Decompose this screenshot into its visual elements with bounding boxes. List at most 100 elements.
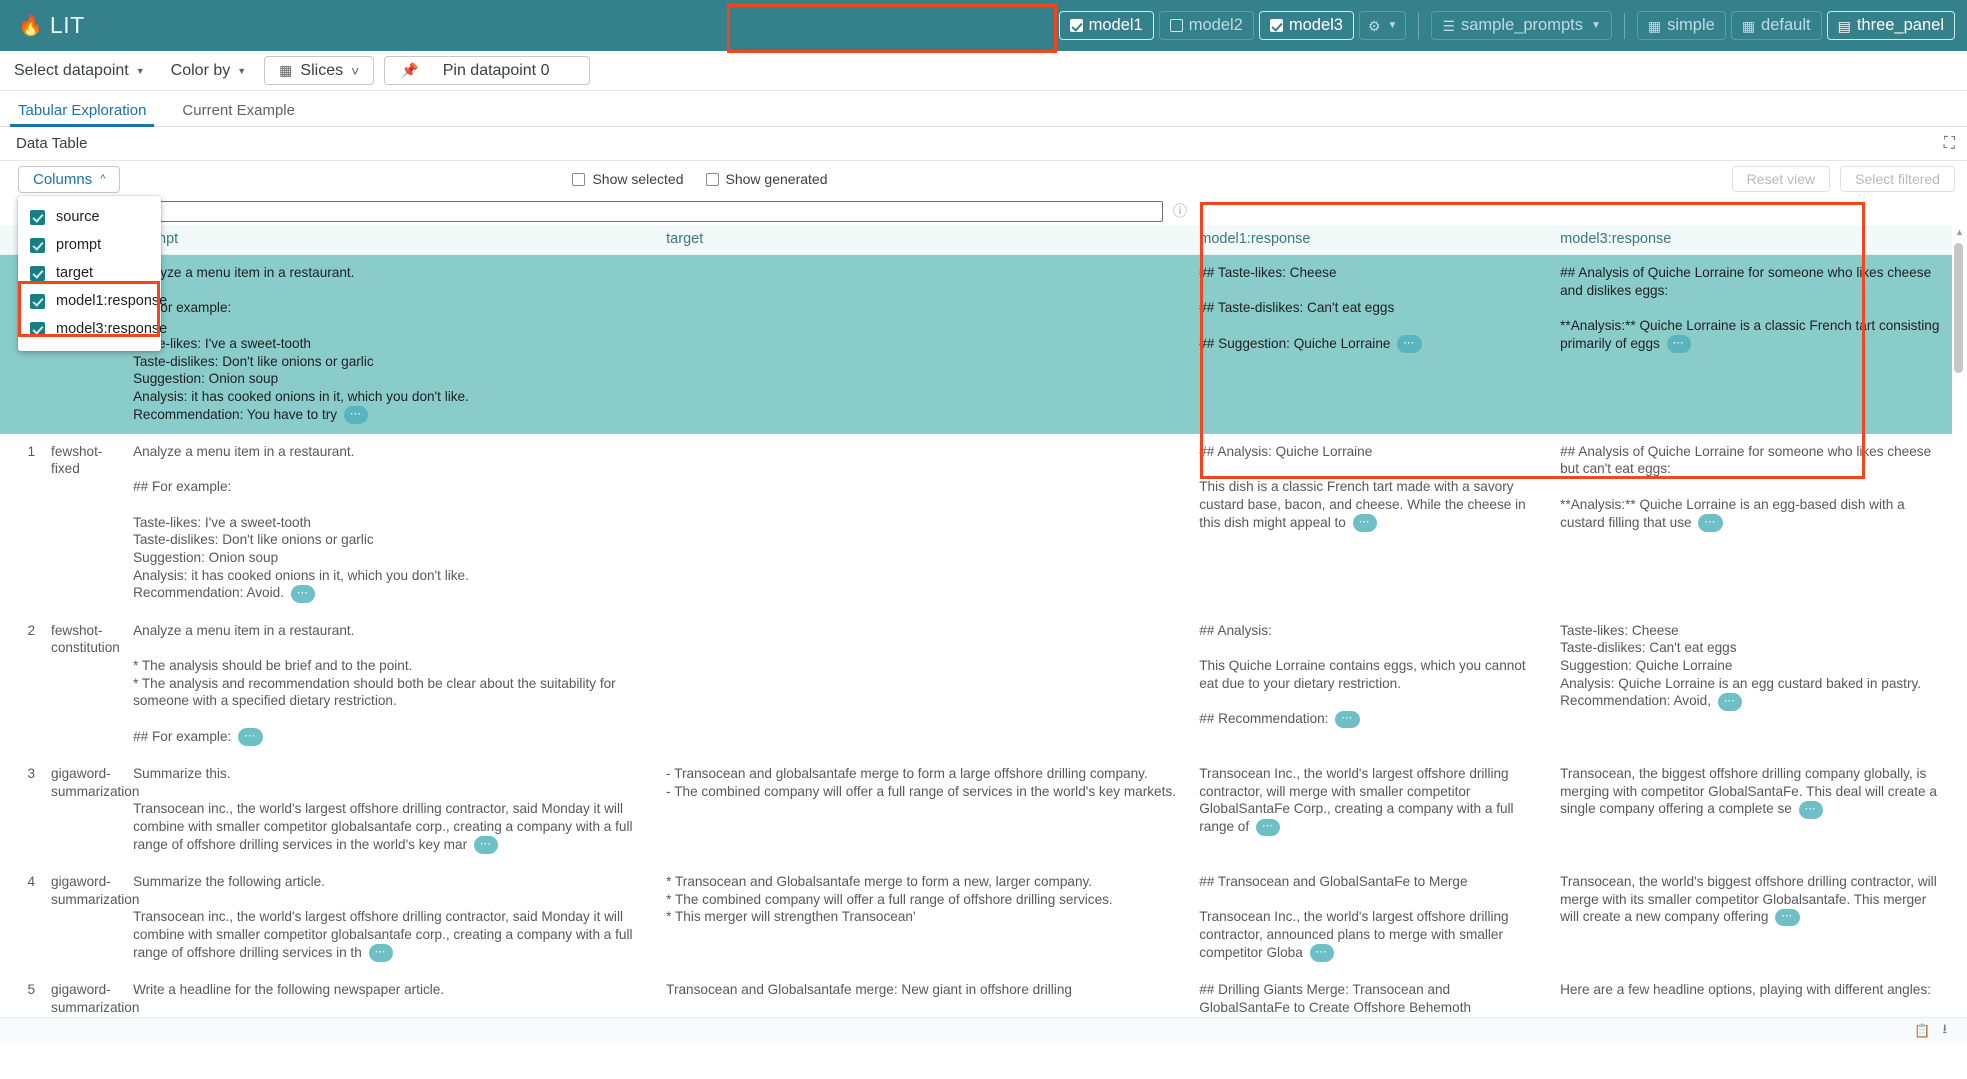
cell-index: 2 <box>0 613 43 756</box>
help-icon[interactable]: ⓘ <box>1173 201 1187 221</box>
truncation-ellipsis-icon[interactable]: ⋯ <box>1397 335 1422 353</box>
cell-model1-response: ## Transocean and GlobalSantaFe to Merge… <box>1191 864 1552 972</box>
truncation-ellipsis-icon[interactable]: ⋯ <box>1353 514 1378 532</box>
reset-view-button[interactable]: Reset view <box>1732 166 1830 192</box>
layout-chip-label: simple <box>1667 16 1715 35</box>
main-tabs: Tabular Exploration Current Example <box>0 91 1967 127</box>
cell-target: - Transocean and globalsantafe merge to … <box>658 756 1191 864</box>
scrollbar-thumb[interactable] <box>1954 243 1963 373</box>
table-row[interactable]: 3 gigaword-summarization Summarize this.… <box>0 756 1952 864</box>
tab-current-example[interactable]: Current Example <box>164 103 313 126</box>
table-row[interactable]: 2 fewshot-constitution Analyze a menu it… <box>0 613 1952 756</box>
chevron-down-icon: ˅ <box>351 63 359 79</box>
checkbox-icon <box>30 322 45 337</box>
cell-model1-response: Transocean Inc., the world's largest off… <box>1191 756 1552 864</box>
table-body: Analyze a menu item in a restaurant. ## … <box>0 255 1952 1044</box>
layout-chip-label: three_panel <box>1857 16 1944 35</box>
search-input[interactable] <box>18 201 1163 222</box>
download-icon[interactable]: ⭳ <box>1942 1020 1947 1042</box>
col-header-prompt[interactable]: prompt <box>125 225 658 255</box>
col-header-model1-response[interactable]: model1:response <box>1191 225 1552 255</box>
truncation-ellipsis-icon[interactable]: ⋯ <box>369 944 394 962</box>
cell-source: gigaword-summarization <box>43 864 125 972</box>
truncation-ellipsis-icon[interactable]: ⋯ <box>238 728 263 746</box>
list-icon: ☰ <box>1442 19 1455 33</box>
pin-icon: 📌 <box>401 62 418 79</box>
layout-chip-default[interactable]: ▦ default <box>1731 11 1822 40</box>
select-datapoint-dropdown[interactable]: Select datapoint ▼ <box>6 56 153 86</box>
table-row[interactable]: 4 gigaword-summarization Summarize the f… <box>0 864 1952 972</box>
columns-option-label: source <box>56 209 100 225</box>
model-chip-model1[interactable]: model1 <box>1059 11 1154 40</box>
layout-chip-three-panel[interactable]: ▤ three_panel <box>1827 11 1955 40</box>
columns-option-model1-response[interactable]: model1:response <box>18 287 161 315</box>
columns-option-prompt[interactable]: prompt <box>18 231 161 259</box>
truncation-ellipsis-icon[interactable]: ⋯ <box>344 406 369 424</box>
cell-index: 1 <box>0 434 43 613</box>
select-filtered-button[interactable]: Select filtered <box>1840 166 1955 192</box>
data-table-scroll-area[interactable]: prompt target model1:response model3:res… <box>0 225 1967 1043</box>
truncation-ellipsis-icon[interactable]: ⋯ <box>291 585 316 603</box>
cell-target <box>658 613 1191 756</box>
truncation-ellipsis-icon[interactable]: ⋯ <box>1667 335 1692 353</box>
brand-name: LIT <box>50 12 85 39</box>
table-filters: Show selected Show generated <box>572 171 827 187</box>
columns-option-model3-response[interactable]: model3:response <box>18 315 161 343</box>
columns-dropdown-menu[interactable]: source prompt target model1:response mod… <box>18 196 161 351</box>
truncation-ellipsis-icon[interactable]: ⋯ <box>1335 711 1360 729</box>
model-options-button[interactable]: ⚙ ▼ <box>1359 11 1406 40</box>
cell-model3-response: ## Analysis of Quiche Lorraine for someo… <box>1552 255 1952 434</box>
truncation-ellipsis-icon[interactable]: ⋯ <box>1256 819 1281 837</box>
cell-index: 4 <box>0 864 43 972</box>
columns-option-label: model1:response <box>56 293 167 309</box>
cell-target <box>658 255 1191 434</box>
columns-button[interactable]: Columns ^ <box>18 166 120 193</box>
table-row[interactable]: 1 fewshot-fixed Analyze a menu item in a… <box>0 434 1952 613</box>
tab-tabular-exploration[interactable]: Tabular Exploration <box>0 103 164 126</box>
brand: 🔥 LIT <box>10 12 85 39</box>
top-toolbar: 🔥 LIT model1 model2 model3 ⚙ <box>0 0 1967 51</box>
expand-icon[interactable]: ⛶ <box>1944 135 1955 153</box>
grid-icon: ▦ <box>1648 19 1661 33</box>
cell-source: gigaword-summarization <box>43 756 125 864</box>
columns-option-target[interactable]: target <box>18 259 161 287</box>
show-generated-label: Show generated <box>726 171 828 187</box>
columns-option-label: prompt <box>56 237 101 253</box>
checkbox-icon <box>572 173 585 186</box>
dataset-selector-group: ☰ sample_prompts ▼ <box>1431 11 1611 40</box>
show-generated-checkbox[interactable]: Show generated <box>706 171 828 187</box>
truncation-ellipsis-icon[interactable]: ⋯ <box>1698 514 1723 532</box>
truncation-ellipsis-icon[interactable]: ⋯ <box>474 836 499 854</box>
columns-option-source[interactable]: source <box>18 203 161 231</box>
model-chip-model3[interactable]: model3 <box>1259 11 1354 40</box>
slices-button[interactable]: ▦ Slices ˅ <box>264 56 374 85</box>
table-row[interactable]: Analyze a menu item in a restaurant. ## … <box>0 255 1952 434</box>
truncation-ellipsis-icon[interactable]: ⋯ <box>1775 909 1800 927</box>
col-header-target[interactable]: target <box>658 225 1191 255</box>
truncation-ellipsis-icon[interactable]: ⋯ <box>1310 944 1335 962</box>
cell-model1-response: ## Analysis: This Quiche Lorraine contai… <box>1191 613 1552 756</box>
layout-chip-label: default <box>1761 16 1811 35</box>
scroll-up-arrow-icon[interactable]: ▲ <box>1954 227 1965 237</box>
model-chip-model2[interactable]: model2 <box>1159 11 1254 40</box>
data-table: prompt target model1:response model3:res… <box>0 225 1952 1043</box>
pin-datapoint-button[interactable]: 📌 Pin datapoint 0 <box>384 56 590 85</box>
divider <box>1418 13 1419 39</box>
dataset-chip-sample-prompts[interactable]: ☰ sample_prompts ▼ <box>1431 11 1611 40</box>
layout-chip-simple[interactable]: ▦ simple <box>1637 11 1726 40</box>
copy-icon[interactable]: 📋 <box>1914 1023 1930 1039</box>
truncation-ellipsis-icon[interactable]: ⋯ <box>1799 801 1824 819</box>
model-selector-group: model1 model2 model3 ⚙ ▼ <box>1059 11 1407 40</box>
cell-target: * Transocean and Globalsantafe merge to … <box>658 864 1191 972</box>
table-head: prompt target model1:response model3:res… <box>0 225 1952 255</box>
chevron-down-icon: ▼ <box>136 66 145 76</box>
checkbox-icon <box>1270 19 1283 32</box>
secondary-toolbar: Select datapoint ▼ Color by ▼ ▦ Slices ˅… <box>0 51 1967 91</box>
col-header-model3-response[interactable]: model3:response <box>1552 225 1952 255</box>
vertical-scrollbar[interactable]: ▲ ▼ <box>1954 227 1965 1041</box>
show-selected-checkbox[interactable]: Show selected <box>572 171 683 187</box>
cell-model1-response: ## Analysis: Quiche Lorraine This dish i… <box>1191 434 1552 613</box>
truncation-ellipsis-icon[interactable]: ⋯ <box>1718 693 1743 711</box>
table-search-row: ⓘ <box>0 197 1967 225</box>
color-by-dropdown[interactable]: Color by ▼ <box>163 56 255 86</box>
